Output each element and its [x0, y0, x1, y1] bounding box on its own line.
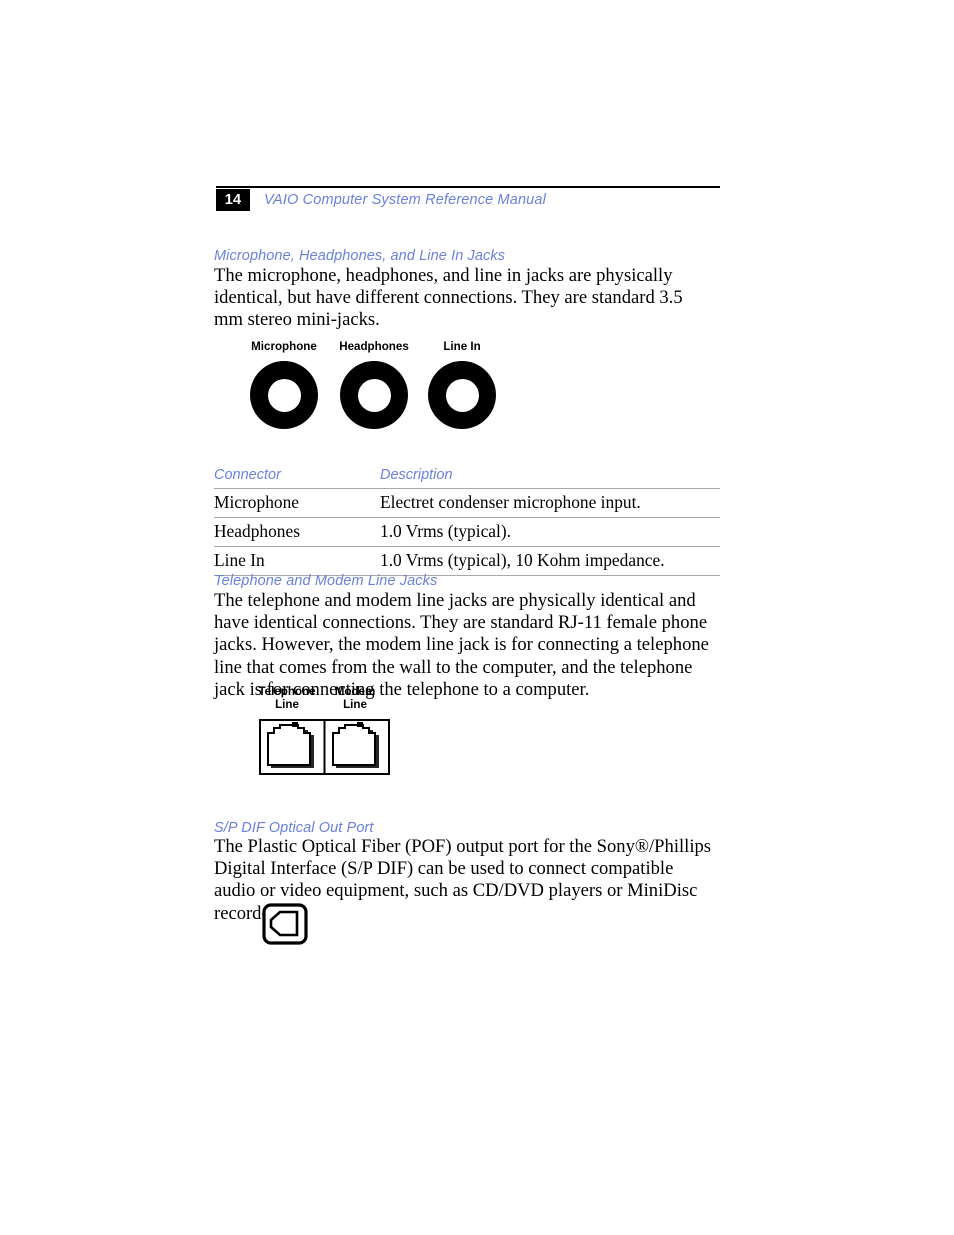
column-header-description: Description: [380, 466, 720, 489]
header-rule: [216, 186, 720, 188]
paragraph-audio-jacks: The microphone, headphones, and line in …: [214, 265, 683, 331]
audio-jack-label: Microphone: [251, 340, 317, 353]
rj11-label-line2: Line: [275, 697, 299, 711]
section-body-audio-jacks: The microphone, headphones, and line in …: [214, 265, 714, 332]
audio-jack-item-headphones: Headphones: [330, 340, 418, 429]
audio-jack-figure: Microphone Headphones Line In: [240, 340, 510, 440]
audio-jack-label: Headphones: [339, 340, 409, 353]
section-heading-telephone-modem: Telephone and Modem Line Jacks: [214, 573, 438, 589]
rj11-label-line1: Telephone: [258, 685, 316, 698]
rj11-jack-pair-svg: [259, 719, 390, 775]
table-row: Headphones 1.0 Vrms (typical).: [214, 517, 720, 547]
rj11-label-line2: Line: [343, 697, 367, 711]
rj11-latch-notch: [292, 722, 298, 727]
rj11-label-row: Telephone Line Modem Line: [252, 685, 398, 716]
rj11-jack-opening: [267, 724, 311, 766]
cell-connector: Headphones: [214, 517, 380, 547]
table-body: Microphone Electret condenser microphone…: [214, 488, 720, 576]
rj11-label-modem-line: Modem Line: [320, 685, 390, 711]
connector-spec-table: Connector Description Microphone Electre…: [214, 466, 720, 576]
audio-jack-icon: [428, 361, 496, 429]
rj11-label-telephone-line: Telephone Line: [252, 685, 322, 711]
table-header-row: Connector Description: [214, 466, 720, 489]
rj11-label-line1: Modem: [334, 685, 376, 698]
audio-jack-item-line-in: Line In: [418, 340, 506, 429]
column-header-connector: Connector: [214, 466, 380, 489]
rj11-jack-figure: Telephone Line Modem Line: [252, 685, 398, 782]
cell-description: 1.0 Vrms (typical).: [380, 517, 720, 547]
table-header: Connector Description: [214, 466, 720, 489]
cell-description: Electret condenser microphone input.: [380, 488, 720, 518]
cell-connector: Microphone: [214, 488, 380, 518]
spdif-optical-port-icon: [262, 903, 308, 945]
running-title: VAIO Computer System Reference Manual: [264, 192, 546, 208]
audio-jack-icon: [340, 361, 408, 429]
audio-jack-item-microphone: Microphone: [240, 340, 328, 429]
section-heading-audio-jacks: Microphone, Headphones, and Line In Jack…: [214, 248, 506, 264]
table-row: Microphone Electret condenser microphone…: [214, 488, 720, 518]
spdif-opening: [269, 910, 299, 937]
audio-jack-icon: [250, 361, 318, 429]
manual-page: 14 VAIO Computer System Reference Manual…: [0, 0, 954, 1235]
page-number-badge: 14: [216, 189, 250, 211]
section-heading-spdif: S/P DIF Optical Out Port: [214, 820, 374, 836]
rj11-jack-pair-frame: [259, 719, 390, 775]
rj11-jack-opening: [332, 724, 376, 766]
rj11-latch-notch: [357, 722, 363, 727]
spdif-port-figure: [262, 903, 308, 945]
audio-jack-label: Line In: [443, 340, 481, 353]
